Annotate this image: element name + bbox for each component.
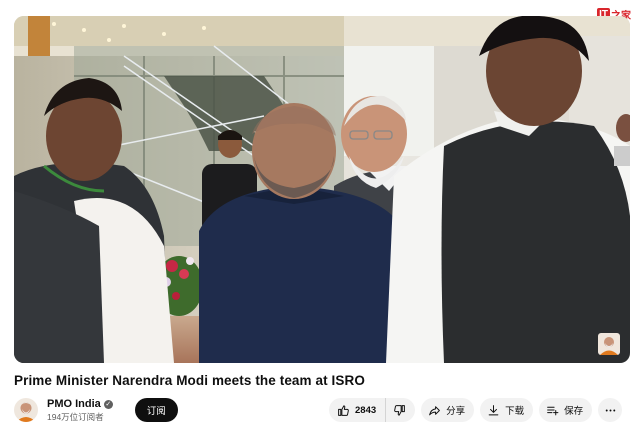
like-count: 2843 <box>355 404 377 416</box>
subscriber-count: 194万位订阅者 <box>47 411 104 422</box>
more-horizontal-icon <box>605 409 615 411</box>
dislike-button[interactable] <box>386 398 415 422</box>
video-player[interactable] <box>14 16 630 363</box>
subscribe-button[interactable]: 订阅 <box>134 398 178 422</box>
share-button[interactable]: 分享 <box>421 398 475 422</box>
save-label: 保存 <box>564 406 584 417</box>
channel-owner-row: PMO India ✓ 194万位订阅者 订阅 <box>14 396 178 424</box>
download-icon <box>488 404 499 415</box>
video-actions: 2843 分享 下载 保存 <box>329 398 623 422</box>
playlist-add-icon <box>547 406 559 415</box>
verified-check-icon: ✓ <box>103 399 113 409</box>
video-title: Prime Minister Narendra Modi meets the t… <box>14 373 365 388</box>
download-label: 下载 <box>505 406 525 417</box>
thumbs-down-icon <box>394 404 406 416</box>
video-frame <box>14 16 630 363</box>
more-actions-button[interactable] <box>598 398 623 422</box>
share-arrow-icon <box>429 405 441 415</box>
save-button[interactable]: 保存 <box>539 398 593 422</box>
channel-watermark-thumbnail[interactable] <box>598 333 620 355</box>
like-button[interactable]: 2843 <box>329 398 387 422</box>
like-dislike-pill: 2843 <box>329 398 416 422</box>
channel-name[interactable]: PMO India <box>47 398 101 411</box>
download-button[interactable]: 下载 <box>480 398 534 422</box>
channel-avatar[interactable] <box>14 398 38 422</box>
thumbs-up-icon <box>338 404 349 416</box>
share-label: 分享 <box>446 406 466 417</box>
